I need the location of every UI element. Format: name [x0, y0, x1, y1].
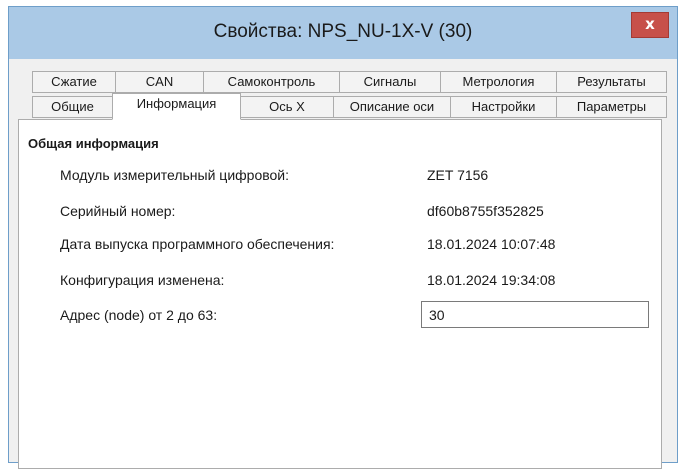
tab-parameters[interactable]: Параметры [556, 96, 667, 118]
software-date-value: 18.01.2024 10:07:48 [427, 236, 556, 252]
tab-signals[interactable]: Сигналы [339, 71, 441, 93]
tab-can[interactable]: CAN [115, 71, 204, 93]
window-title: Свойства: NPS_NU-1X-V (30) [213, 21, 473, 42]
tab-compression[interactable]: Сжатие [32, 71, 116, 93]
tab-information[interactable]: Информация [112, 93, 241, 120]
close-button[interactable]: x [631, 12, 669, 38]
address-input[interactable] [421, 301, 649, 328]
module-label: Модуль измерительный цифровой: [60, 167, 290, 183]
serial-label: Серийный номер: [60, 203, 176, 219]
tab-general[interactable]: Общие [32, 96, 113, 118]
address-label: Адрес (node) от 2 до 63: [60, 307, 218, 323]
tab-x-axis[interactable]: Ось X [240, 96, 334, 118]
title-bar[interactable]: Свойства: NPS_NU-1X-V (30) x [9, 7, 677, 59]
config-changed-label: Конфигурация изменена: [60, 272, 225, 288]
tab-axis-description[interactable]: Описание оси [333, 96, 451, 118]
config-changed-value: 18.01.2024 19:34:08 [427, 272, 556, 288]
tab-metrology[interactable]: Метрология [440, 71, 557, 93]
tab-settings[interactable]: Настройки [450, 96, 557, 118]
software-date-label: Дата выпуска программного обеспечения: [60, 236, 335, 252]
tab-results[interactable]: Результаты [556, 71, 667, 93]
module-value: ZET 7156 [427, 167, 489, 183]
section-title: Общая информация [28, 136, 159, 151]
serial-value: df60b8755f352825 [427, 203, 544, 219]
tab-self-control[interactable]: Самоконтроль [203, 71, 340, 93]
